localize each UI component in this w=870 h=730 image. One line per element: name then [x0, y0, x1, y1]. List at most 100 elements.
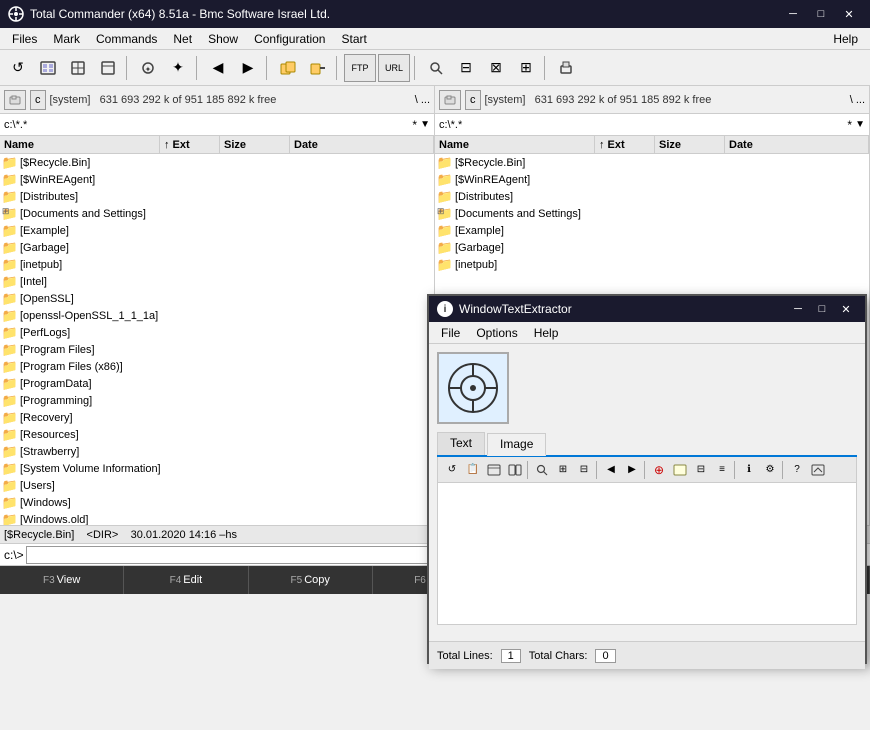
maximize-button[interactable]: □ — [808, 4, 834, 24]
list-item[interactable]: 📁 [Example] — [0, 222, 434, 239]
fkey-f3[interactable]: F3 View — [0, 566, 124, 594]
dialog-maximize[interactable]: □ — [811, 300, 833, 318]
list-item[interactable]: 📁 [Garbage] — [435, 239, 869, 256]
list-item[interactable]: 📁 [ProgramData] — [0, 375, 434, 392]
list-item[interactable]: 📁 [$Recycle.Bin] — [0, 154, 434, 171]
tb-move[interactable] — [304, 54, 332, 82]
tb-search[interactable] — [422, 54, 450, 82]
list-item[interactable]: 📁 [openssl-OpenSSL_1_1_1a] — [0, 307, 434, 324]
menu-net[interactable]: Net — [165, 30, 200, 48]
list-item[interactable]: 📁 [$Recycle.Bin] — [435, 154, 869, 171]
list-item[interactable]: 📁 [inetpub] — [0, 256, 434, 273]
right-path-dropdown[interactable]: ▼ — [855, 119, 865, 130]
list-item[interactable]: 📁 [Program Files] — [0, 341, 434, 358]
list-item[interactable]: 📁 [Strawberry] — [0, 443, 434, 460]
dt-btn10[interactable] — [670, 460, 690, 480]
right-col-size[interactable]: Size — [655, 136, 725, 153]
crosshair-target-box[interactable] — [437, 352, 509, 424]
list-item[interactable]: 📁 [Users] — [0, 477, 434, 494]
menu-mark[interactable]: Mark — [45, 30, 88, 48]
fkey-f5[interactable]: F5 Copy — [249, 566, 373, 594]
dt-find[interactable] — [532, 460, 552, 480]
dt-btn3[interactable] — [484, 460, 504, 480]
menu-show[interactable]: Show — [200, 30, 246, 48]
list-item[interactable]: 📁 [Garbage] — [0, 239, 434, 256]
tb-multirename[interactable]: ⊠ — [482, 54, 510, 82]
list-item[interactable]: 📁⊞ [Documents and Settings] — [0, 205, 434, 222]
left-drive-change[interactable] — [4, 90, 26, 110]
list-item[interactable]: 📁 [$WinREAgent] — [0, 171, 434, 188]
list-item[interactable]: 📁 [Intel] — [0, 273, 434, 290]
tab-text[interactable]: Text — [437, 432, 485, 455]
right-drive-letter[interactable]: c — [465, 90, 481, 110]
dt-btn11[interactable]: ⊟ — [691, 460, 711, 480]
tb-ftp[interactable]: FTP — [344, 54, 376, 82]
menu-files[interactable]: Files — [4, 30, 45, 48]
dialog-menu-file[interactable]: File — [433, 324, 468, 342]
tb-star[interactable]: ✦ — [164, 54, 192, 82]
dt-btn4[interactable] — [505, 460, 525, 480]
tb-url[interactable]: URL — [378, 54, 410, 82]
left-path-dropdown[interactable]: ▼ — [420, 119, 430, 130]
list-item[interactable]: 📁 [inetpub] — [435, 256, 869, 273]
dialog-close[interactable]: ✕ — [835, 300, 857, 318]
list-item[interactable]: 📁 [Program Files (x86)] — [0, 358, 434, 375]
left-col-name[interactable]: Name — [0, 136, 160, 153]
menu-configuration[interactable]: Configuration — [246, 30, 333, 48]
tb-config[interactable]: ⊞ — [512, 54, 540, 82]
minimize-button[interactable]: ─ — [780, 4, 806, 24]
list-item[interactable]: 📁 [PerfLogs] — [0, 324, 434, 341]
tb-btn3[interactable] — [64, 54, 92, 82]
list-item[interactable]: 📁 [Programming] — [0, 392, 434, 409]
list-item[interactable]: 📁 [Distributes] — [0, 188, 434, 205]
close-button[interactable]: ✕ — [836, 4, 862, 24]
left-drive-letter[interactable]: c — [30, 90, 46, 110]
tb-copy[interactable] — [274, 54, 302, 82]
left-col-ext[interactable]: ↑ Ext — [160, 136, 220, 153]
dialog-menu-options[interactable]: Options — [468, 324, 525, 342]
right-col-name[interactable]: Name — [435, 136, 595, 153]
dialog-menu-help[interactable]: Help — [526, 324, 567, 342]
tb-sync[interactable]: ⊟ — [452, 54, 480, 82]
list-item[interactable]: 📁 [Recovery] — [0, 409, 434, 426]
dt-help[interactable]: ? — [787, 460, 807, 480]
list-item[interactable]: 📁 [Distributes] — [435, 188, 869, 205]
right-drive-change[interactable] — [439, 90, 461, 110]
list-item[interactable]: 📁 [$WinREAgent] — [435, 171, 869, 188]
tb-forward[interactable]: ▶ — [234, 54, 262, 82]
tb-back[interactable]: ◀ — [204, 54, 232, 82]
dt-settings[interactable]: ⚙ — [760, 460, 780, 480]
list-item[interactable]: 📁⊞ [Documents and Settings] — [435, 205, 869, 222]
list-item[interactable]: 📁 [Example] — [435, 222, 869, 239]
dt-highlight[interactable]: ⊕ — [649, 460, 669, 480]
tb-btn4[interactable] — [94, 54, 122, 82]
list-item[interactable]: 📁 [Windows] — [0, 494, 434, 511]
dt-back[interactable]: ◀ — [601, 460, 621, 480]
list-item[interactable]: 📁 [System Volume Information] — [0, 460, 434, 477]
dt-btn7[interactable]: ⊟ — [574, 460, 594, 480]
tab-image[interactable]: Image — [487, 433, 546, 456]
dt-refresh[interactable]: ↺ — [442, 460, 462, 480]
tb-btn2[interactable] — [34, 54, 62, 82]
dt-forward[interactable]: ▶ — [622, 460, 642, 480]
list-item[interactable]: 📁 [Resources] — [0, 426, 434, 443]
list-item[interactable]: 📁 [Windows.old] — [0, 511, 434, 525]
dt-copy[interactable]: 📋 — [463, 460, 483, 480]
dt-btn15[interactable] — [808, 460, 828, 480]
right-col-date[interactable]: Date — [725, 136, 869, 153]
dt-btn12[interactable]: ≡ — [712, 460, 732, 480]
tb-refresh[interactable]: ↺ — [4, 54, 32, 82]
right-col-ext[interactable]: ↑ Ext — [595, 136, 655, 153]
dt-info[interactable]: ℹ — [739, 460, 759, 480]
menu-start[interactable]: Start — [333, 30, 374, 48]
left-col-size[interactable]: Size — [220, 136, 290, 153]
menu-commands[interactable]: Commands — [88, 30, 165, 48]
tb-print[interactable] — [552, 54, 580, 82]
fkey-f4[interactable]: F4 Edit — [124, 566, 248, 594]
tb-btn5[interactable]: ✦ — [134, 54, 162, 82]
dt-btn6[interactable]: ⊞ — [553, 460, 573, 480]
left-col-date[interactable]: Date — [290, 136, 434, 153]
dialog-minimize[interactable]: ─ — [787, 300, 809, 318]
menu-help[interactable]: Help — [825, 30, 866, 48]
list-item[interactable]: 📁 [OpenSSL] — [0, 290, 434, 307]
